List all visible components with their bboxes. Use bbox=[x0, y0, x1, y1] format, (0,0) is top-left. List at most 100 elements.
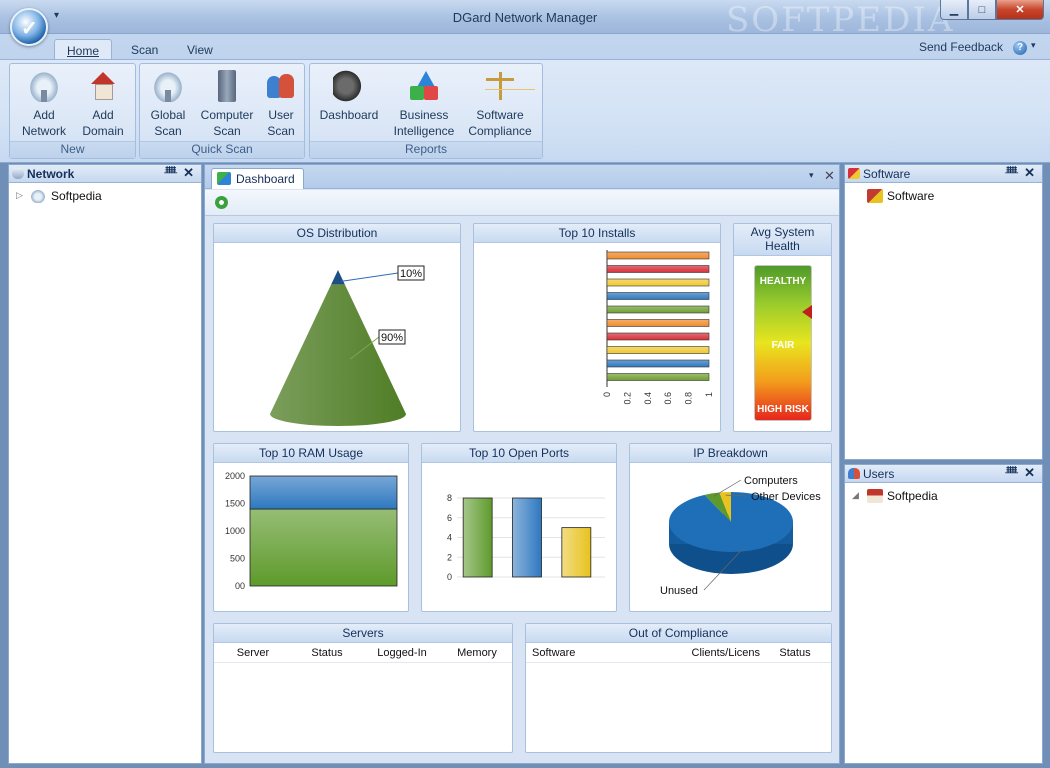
software-pane-header: Software ᚙ ✕ bbox=[845, 165, 1042, 183]
collapse-arrow-icon[interactable]: ◢ bbox=[852, 490, 859, 501]
installs-bar bbox=[606, 359, 710, 368]
ports-tick-label: 2 bbox=[447, 552, 452, 562]
house-icon bbox=[867, 489, 883, 503]
widget-title: Top 10 Open Ports bbox=[422, 444, 616, 463]
ram-tick-label: 1500 bbox=[225, 499, 245, 509]
pane-title: Software bbox=[863, 167, 911, 181]
close-icon[interactable]: ✕ bbox=[1024, 465, 1035, 481]
user-scan-label: User Scan bbox=[267, 108, 295, 138]
tree-item-softpedia[interactable]: ▷ Softpedia bbox=[9, 186, 201, 206]
installs-tick-label: 1 bbox=[704, 392, 714, 397]
users-pane-header: Users ᚙ ✕ bbox=[845, 465, 1042, 483]
business-intelligence-button[interactable]: Business Intelligence bbox=[387, 66, 461, 139]
ports-tick-label: 4 bbox=[447, 533, 452, 543]
top-installs-chart: 0 0.2 0.4 0.6 0.8 1 bbox=[602, 250, 714, 405]
ip-breakdown-widget: IP Breakdown Unused Computers Other Device… bbox=[629, 443, 832, 612]
close-window-button[interactable]: ✕ bbox=[996, 0, 1044, 20]
network-icon bbox=[12, 168, 24, 179]
tab-dashboard[interactable]: Dashboard bbox=[211, 168, 304, 189]
cone-leader-line bbox=[340, 272, 399, 282]
column-header[interactable]: Status bbox=[292, 647, 362, 662]
tab-view-label: View bbox=[187, 43, 213, 57]
software-icon bbox=[848, 168, 860, 179]
refresh-icon[interactable] bbox=[215, 196, 228, 209]
top-ram-widget: Top 10 RAM Usage 00 500 1000 1500 2000 bbox=[213, 443, 409, 612]
pin-icon[interactable]: ᚙ bbox=[1005, 166, 1018, 179]
business-intelligence-label: Business Intelligence bbox=[393, 108, 455, 138]
app-logo-icon: ✓ bbox=[21, 16, 38, 40]
dashboard-label: Dashboard bbox=[319, 108, 379, 122]
ip-breakdown-chart: Unused Computers Other Devices bbox=[660, 475, 821, 597]
global-scan-label: Global Scan bbox=[150, 108, 186, 138]
tab-home[interactable]: Home bbox=[54, 39, 113, 61]
installs-bar bbox=[606, 319, 710, 327]
top-installs-widget: Top 10 Installs 0 0.2 0.4 0.6 0.8 1 bbox=[473, 223, 721, 432]
users-pane: Users ᚙ ✕ ◢ Softpedia bbox=[844, 464, 1043, 764]
health-level-fair: FAIR bbox=[771, 340, 795, 351]
help-icon[interactable]: ? bbox=[1013, 41, 1027, 55]
tab-view[interactable]: View bbox=[175, 39, 225, 61]
installs-tick-label: 0 bbox=[602, 392, 612, 397]
ribbon-group-label: Reports bbox=[310, 141, 542, 158]
business-intelligence-icon bbox=[408, 70, 440, 102]
installs-tick-label: 0.2 bbox=[622, 392, 632, 405]
installs-bar bbox=[606, 278, 710, 287]
column-header[interactable]: Status bbox=[760, 647, 830, 662]
add-network-button[interactable]: Add Network bbox=[14, 66, 74, 139]
tree-item-label: Softpedia bbox=[887, 489, 938, 503]
document-close-icon[interactable]: ✕ bbox=[824, 168, 835, 184]
maximize-button[interactable]: □ bbox=[968, 0, 996, 20]
dashboard-icon bbox=[333, 70, 365, 102]
top-ram-chart: 00 500 1000 1500 2000 bbox=[225, 471, 398, 591]
title-bar: ▾ DGard Network Manager SOFTPEDIA ▁ □ ✕ bbox=[0, 0, 1050, 40]
ram-tick-label: 500 bbox=[230, 554, 245, 564]
installs-bar bbox=[606, 265, 710, 273]
installs-bar bbox=[606, 251, 710, 260]
pane-title: Network bbox=[27, 167, 75, 181]
help-chevron-icon[interactable]: ▾ bbox=[1031, 40, 1036, 51]
pin-icon[interactable]: ᚙ bbox=[1005, 466, 1018, 479]
tree-item-softpedia[interactable]: ◢ Softpedia bbox=[845, 486, 1042, 506]
computer-scan-button[interactable]: Computer Scan bbox=[195, 66, 259, 139]
dashboard-button[interactable]: Dashboard bbox=[315, 66, 383, 123]
computer-scan-label: Computer Scan bbox=[200, 108, 254, 138]
global-scan-button[interactable]: Global Scan bbox=[144, 66, 192, 139]
ram-bar-segment bbox=[249, 475, 398, 510]
column-header[interactable]: Software bbox=[526, 647, 646, 662]
send-feedback-link[interactable]: Send Feedback bbox=[919, 40, 1003, 54]
pin-icon[interactable]: ᚙ bbox=[164, 166, 177, 179]
column-header[interactable]: Server bbox=[214, 647, 292, 662]
health-indicator-marker bbox=[802, 304, 812, 319]
cone-data-label: 10% bbox=[400, 268, 422, 280]
minimize-button[interactable]: ▁ bbox=[940, 0, 968, 20]
installs-bar bbox=[606, 346, 710, 354]
avg-health-widget: Avg System Health HEALTHY FAIR HIGH RISK bbox=[733, 223, 832, 432]
tab-scan[interactable]: Scan bbox=[119, 39, 170, 61]
network-cloud-icon bbox=[28, 70, 60, 102]
ports-bar bbox=[462, 497, 493, 578]
cone-slice-90% bbox=[270, 284, 406, 426]
software-pane: Software ᚙ ✕ Software bbox=[844, 164, 1043, 460]
ram-bar-segment bbox=[249, 508, 398, 587]
widget-title: Out of Compliance bbox=[526, 624, 831, 643]
ribbon-group-label: New bbox=[10, 141, 135, 158]
cone-data-label: 90% bbox=[381, 332, 403, 344]
network-pane: Network ᚙ ✕ ▷ Softpedia bbox=[8, 164, 202, 764]
health-level-healthy: HEALTHY bbox=[759, 276, 807, 287]
close-icon[interactable]: ✕ bbox=[1024, 165, 1035, 181]
close-icon[interactable]: ✕ bbox=[183, 165, 194, 181]
dashboard-document: Dashboard ▾ ✕ OS Distribution 10% 90% Top… bbox=[204, 164, 840, 764]
add-domain-button[interactable]: Add Domain bbox=[74, 66, 132, 139]
column-header[interactable]: Logged-In bbox=[362, 647, 442, 662]
expand-arrow-icon[interactable]: ▷ bbox=[16, 190, 23, 201]
pie-slice-label: Other Devices bbox=[751, 491, 821, 503]
tree-item-label: Software bbox=[887, 189, 935, 203]
column-header[interactable]: Memory bbox=[442, 647, 512, 662]
user-scan-button[interactable]: User Scan bbox=[260, 66, 302, 139]
cone-slice-10% bbox=[331, 270, 345, 285]
column-header[interactable]: Clients/Licens bbox=[646, 647, 760, 662]
document-menu-chevron-icon[interactable]: ▾ bbox=[809, 170, 814, 181]
software-compliance-button[interactable]: Software Compliance bbox=[463, 66, 537, 139]
tree-item-software[interactable]: Software bbox=[845, 186, 1042, 206]
application-menu-button[interactable]: ✓ bbox=[10, 8, 48, 46]
